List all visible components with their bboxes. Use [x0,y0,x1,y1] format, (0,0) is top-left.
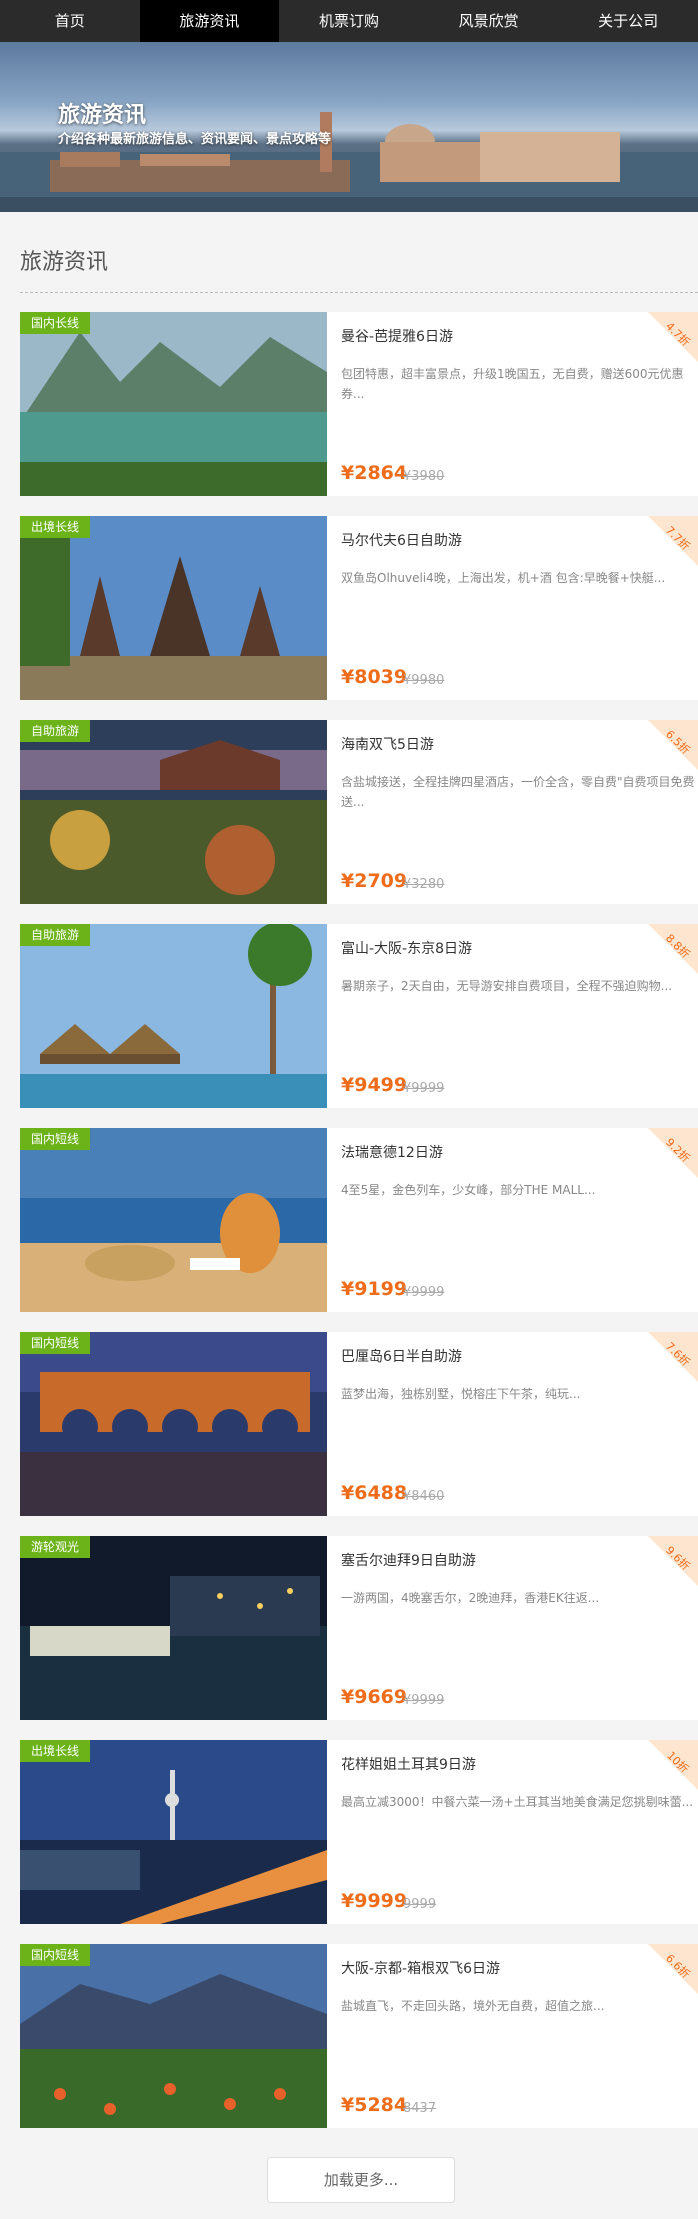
tour-title[interactable]: 海南双飞5日游 [341,734,434,754]
tour-card[interactable]: 国内短线 巴厘岛6日半自助游 蓝梦出海，独栋别墅，悦榕庄下午茶，纯玩... ¥6… [20,1332,698,1516]
tour-desc: 双鱼岛Olhuveli4晚，上海出发，机+酒 包含:早晚餐+快艇... [341,571,666,585]
category-tag: 国内长线 [20,312,91,334]
category-tag: 国内短线 [20,1128,91,1150]
original-price: ¥9980 [403,673,445,688]
original-price: ¥9999 [403,1285,445,1300]
tour-desc: 包团特惠，超丰富景点，升级1晚国五，无自费，赠送600元优惠券... [341,367,684,401]
load-more-button[interactable]: 加载更多... [267,2157,455,2203]
tour-desc: 暑期亲子，2天自由，无导游安排自费项目，全程不强迫购物... [341,979,673,993]
original-price: ¥9999 [403,1693,445,1708]
hero-banner: 旅游资讯 介绍各种最新旅游信息、资讯要闻、景点攻略等 [0,42,698,212]
tour-image [20,516,327,700]
tour-card[interactable]: 出境长线 花样姐姐土耳其9日游 最高立减3000！中餐六菜一汤+土耳其当地美食满… [20,1740,698,1924]
nav-home[interactable]: 首页 [0,0,140,42]
tour-price: ¥6488 [341,1482,408,1504]
tour-card[interactable]: 国内长线 曼谷-芭提雅6日游 包团特惠，超丰富景点，升级1晚国五，无自费，赠送6… [20,312,698,496]
tour-image [20,924,327,1108]
tour-card[interactable]: 自助旅游 富山-大阪-东京8日游 暑期亲子，2天自由，无导游安排自费项目，全程不… [20,924,698,1108]
banner-title: 旅游资讯 [58,103,147,128]
tour-price: ¥9199 [341,1278,408,1300]
tour-desc: 含盐城接送，全程挂牌四星酒店，一价全含，零自费"自费项目免费送... [341,775,695,809]
nav-travel-news[interactable]: 旅游资讯 [139,0,280,42]
nav-scenery[interactable]: 风景欣赏 [419,0,559,42]
tour-price: ¥9669 [341,1686,408,1708]
tour-image [20,1536,327,1720]
tour-title[interactable]: 塞舌尔迪拜9日自助游 [341,1550,476,1570]
nav-about[interactable]: 关于公司 [558,0,698,42]
tour-title[interactable]: 花样姐姐土耳其9日游 [341,1754,476,1774]
original-price: 8437 [403,2101,437,2116]
tour-price: ¥2709 [341,870,408,892]
tour-title[interactable]: 曼谷-芭提雅6日游 [341,326,453,346]
tour-card[interactable]: 出境长线 马尔代夫6日自助游 双鱼岛Olhuveli4晚，上海出发，机+酒 包含… [20,516,698,700]
divider [20,292,698,293]
section-title: 旅游资讯 [20,250,109,275]
original-price: ¥3280 [403,877,445,892]
tour-price: ¥8039 [341,666,408,688]
tour-desc: 一游两国，4晚塞舌尔，2晚迪拜，香港EK往返... [341,1591,600,1605]
tour-card[interactable]: 国内短线 大阪-京都-箱根双飞6日游 盐城直飞，不走回头路，境外无自费，超值之旅… [20,1944,698,2128]
tour-image [20,312,327,496]
tour-image [20,1740,327,1924]
category-tag: 游轮观光 [20,1536,91,1558]
original-price: 9999 [403,1897,437,1912]
banner-subtitle: 介绍各种最新旅游信息、资讯要闻、景点攻略等 [58,132,332,147]
tour-price: ¥9999 [341,1890,408,1912]
tour-desc: 4至5星，金色列车，少女峰，部分THE MALL... [341,1183,596,1197]
tour-list: 国内长线 曼谷-芭提雅6日游 包团特惠，超丰富景点，升级1晚国五，无自费，赠送6… [20,312,698,2148]
category-tag: 出境长线 [20,516,91,538]
top-nav: 首页 旅游资讯 机票订购 风景欣赏 关于公司 [0,0,698,42]
tour-desc: 最高立减3000！中餐六菜一汤+土耳其当地美食满足您挑剔味蕾... [341,1795,694,1809]
tour-image [20,1128,327,1312]
tour-card[interactable]: 自助旅游 海南双飞5日游 含盐城接送，全程挂牌四星酒店，一价全含，零自费"自费项… [20,720,698,904]
category-tag: 自助旅游 [20,924,91,946]
tour-price: ¥9499 [341,1074,408,1096]
category-tag: 自助旅游 [20,720,91,742]
tour-image [20,720,327,904]
tour-image [20,1944,327,2128]
tour-title[interactable]: 大阪-京都-箱根双飞6日游 [341,1958,500,1978]
original-price: ¥8460 [403,1489,445,1504]
category-tag: 出境长线 [20,1740,91,1762]
tour-desc: 蓝梦出海，独栋别墅，悦榕庄下午茶，纯玩... [341,1387,581,1401]
nav-tickets[interactable]: 机票订购 [279,0,419,42]
tour-card[interactable]: 游轮观光 塞舌尔迪拜9日自助游 一游两国，4晚塞舌尔，2晚迪拜，香港EK往返..… [20,1536,698,1720]
tour-price: ¥2864 [341,462,408,484]
tour-title[interactable]: 法瑞意德12日游 [341,1142,443,1162]
tour-card[interactable]: 国内短线 法瑞意德12日游 4至5星，金色列车，少女峰，部分THE MALL..… [20,1128,698,1312]
tour-title[interactable]: 巴厘岛6日半自助游 [341,1346,462,1366]
tour-price: ¥5284 [341,2094,408,2116]
category-tag: 国内短线 [20,1944,91,1966]
tour-title[interactable]: 马尔代夫6日自助游 [341,530,462,550]
category-tag: 国内短线 [20,1332,91,1354]
tour-title[interactable]: 富山-大阪-东京8日游 [341,938,472,958]
tour-desc: 盐城直飞，不走回头路，境外无自费，超值之旅... [341,1999,605,2013]
original-price: ¥9999 [403,1081,445,1096]
original-price: ¥3980 [403,469,445,484]
tour-image [20,1332,327,1516]
